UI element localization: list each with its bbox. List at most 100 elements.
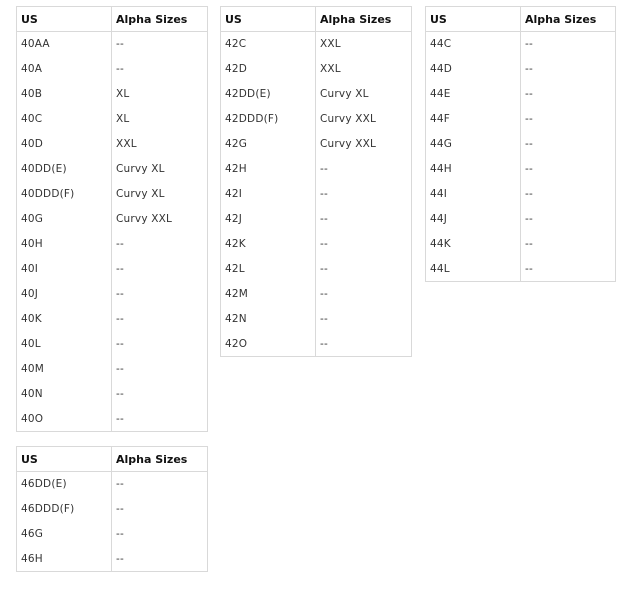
us-size-cell: 40D xyxy=(16,131,112,157)
table-row: 44F -- xyxy=(425,106,616,132)
table-row: 42O -- xyxy=(220,331,412,357)
alpha-size-cell: XXL xyxy=(116,138,137,150)
alpha-size-cell: -- xyxy=(116,503,124,515)
table-row: 46DDD(F) -- xyxy=(16,496,208,522)
alpha-size-cell: XL xyxy=(116,88,130,100)
table-row: 46H -- xyxy=(16,546,208,572)
table-row: 42DD(E) Curvy XL xyxy=(220,81,412,107)
alpha-size-cell: -- xyxy=(116,412,124,425)
us-size-cell: 46H xyxy=(16,546,112,572)
table-row: 44J -- xyxy=(425,206,616,232)
table-row: 40C XL xyxy=(16,106,208,132)
alpha-size-cell: -- xyxy=(525,262,533,275)
table-row: 40J -- xyxy=(16,281,208,307)
table-body: 44C -- 44D -- 44E -- 44F -- 44G -- 44H -- 44I -- 44J --… xyxy=(425,31,616,282)
table-row: 40G Curvy XXL xyxy=(16,206,208,232)
us-size-cell: 40AA xyxy=(16,31,112,57)
alpha-sizes-column-header: Alpha Sizes xyxy=(111,6,208,32)
table-row: 40H -- xyxy=(16,231,208,257)
table-row: 42K -- xyxy=(220,231,412,257)
us-size-cell: 46DD(E) xyxy=(16,471,112,497)
table-row: 42J -- xyxy=(220,206,412,232)
table-row: 42DDD(F) Curvy XXL xyxy=(220,106,412,132)
us-size-cell: 42O xyxy=(220,331,316,357)
table-row: 44L -- xyxy=(425,256,616,282)
alpha-size-cell: Curvy XXL xyxy=(320,138,377,150)
alpha-size-cell: -- xyxy=(525,138,533,150)
table-header-row: US Alpha Sizes xyxy=(16,446,208,472)
alpha-size-cell: -- xyxy=(116,38,124,51)
alpha-size-cell: -- xyxy=(320,337,328,350)
table-row: 44G -- xyxy=(425,131,616,157)
table-row: 44I -- xyxy=(425,181,616,207)
us-size-cell: 42DD(E) xyxy=(220,81,316,107)
alpha-size-cell: -- xyxy=(320,288,328,300)
alpha-size-cell: -- xyxy=(320,313,328,325)
alpha-size-cell: XXL xyxy=(320,38,341,51)
alpha-size-cell: -- xyxy=(320,188,328,200)
us-size-cell: 42G xyxy=(220,131,316,157)
table-row: 40A -- xyxy=(16,56,208,82)
table-row: 42M -- xyxy=(220,281,412,307)
size-table-44: US Alpha Sizes 44C -- 44D -- 44E -- 44F -- 44G --… xyxy=(425,6,616,282)
table-row: 42C XXL xyxy=(220,31,412,57)
table-row: 42I -- xyxy=(220,181,412,207)
us-size-cell: 40K xyxy=(16,306,112,332)
table-row: 42L -- xyxy=(220,256,412,282)
table-row: 40L -- xyxy=(16,331,208,357)
us-size-cell: 44G xyxy=(425,131,521,157)
alpha-size-cell: XXL xyxy=(320,63,341,75)
us-size-cell: 42DDD(F) xyxy=(220,106,316,132)
us-size-cell: 40O xyxy=(16,406,112,432)
table-row: 44H -- xyxy=(425,156,616,182)
us-column-header: US xyxy=(220,6,316,32)
alpha-size-cell: XL xyxy=(116,113,130,125)
alpha-size-cell: -- xyxy=(525,188,533,200)
us-size-cell: 40B xyxy=(16,81,112,107)
alpha-size-cell: -- xyxy=(320,263,328,275)
alpha-size-cell: -- xyxy=(116,478,124,491)
table-row: 40AA -- xyxy=(16,31,208,57)
table-header-row: US Alpha Sizes xyxy=(220,6,412,32)
us-size-cell: 40M xyxy=(16,356,112,382)
us-size-cell: 44J xyxy=(425,206,521,232)
us-size-cell: 40A xyxy=(16,56,112,82)
alpha-size-cell: -- xyxy=(116,528,124,540)
alpha-size-cell: Curvy XXL xyxy=(116,213,173,225)
us-size-cell: 42M xyxy=(220,281,316,307)
alpha-size-cell: Curvy XXL xyxy=(320,113,377,125)
table-row: 42H -- xyxy=(220,156,412,182)
us-size-cell: 42L xyxy=(220,256,316,282)
table-body: 42C XXL 42D XXL 42DD(E) Curvy XL 42DDD(F) Curvy… xyxy=(220,31,412,357)
us-size-cell: 40DD(E) xyxy=(16,156,112,182)
us-size-cell: 42C xyxy=(220,31,316,57)
us-size-cell: 40C xyxy=(16,106,112,132)
us-size-cell: 42I xyxy=(220,181,316,207)
table-row: 42D XXL xyxy=(220,56,412,82)
us-column-header: US xyxy=(425,6,521,32)
alpha-size-cell: -- xyxy=(525,238,533,250)
table-row: 40I -- xyxy=(16,256,208,282)
alpha-size-cell: -- xyxy=(116,313,124,325)
alpha-sizes-column-header: Alpha Sizes xyxy=(520,6,616,32)
table-row: 44K -- xyxy=(425,231,616,257)
us-size-cell: 46DDD(F) xyxy=(16,496,112,522)
alpha-size-cell: -- xyxy=(116,363,124,375)
table-row: 44C -- xyxy=(425,31,616,57)
us-size-cell: 40DDD(F) xyxy=(16,181,112,207)
us-size-cell: 46G xyxy=(16,521,112,547)
table-row: 44E -- xyxy=(425,81,616,107)
table-row: 42N -- xyxy=(220,306,412,332)
alpha-size-cell: -- xyxy=(116,238,124,250)
us-size-cell: 44D xyxy=(425,56,521,82)
alpha-size-cell: -- xyxy=(116,263,124,275)
table-row: 42G Curvy XXL xyxy=(220,131,412,157)
table-row: 40K -- xyxy=(16,306,208,332)
table-row: 40B XL xyxy=(16,81,208,107)
alpha-size-cell: -- xyxy=(525,38,533,51)
alpha-size-cell: -- xyxy=(116,338,124,350)
size-table-42: US Alpha Sizes 42C XXL 42D XXL 42DD(E) Curvy … xyxy=(220,6,412,357)
alpha-size-cell: -- xyxy=(116,388,124,400)
us-size-cell: 40I xyxy=(16,256,112,282)
us-size-cell: 44F xyxy=(425,106,521,132)
